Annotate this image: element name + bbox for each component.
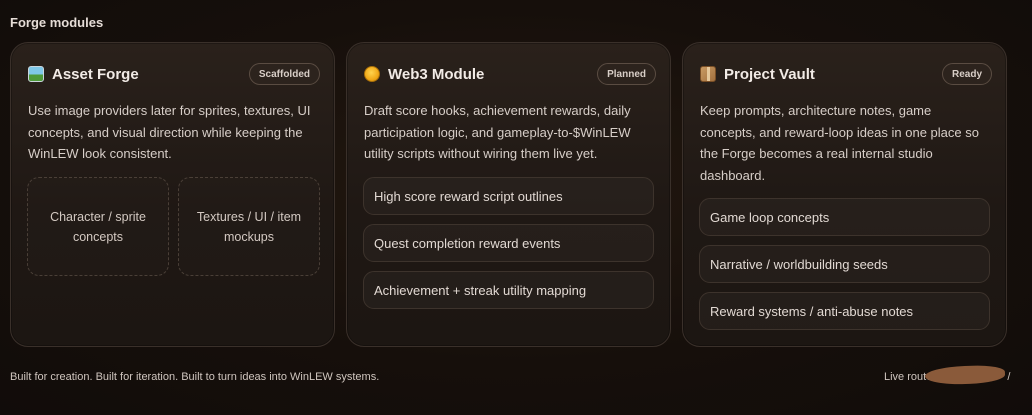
web3-module-card[interactable]: Web3 Module Planned Draft score hooks, a… — [346, 42, 671, 347]
card-header: Project Vault Ready — [700, 61, 992, 87]
list-item[interactable]: Game loop concepts — [699, 198, 990, 236]
status-badge: Ready — [941, 63, 992, 85]
list-item[interactable]: Reward systems / anti-abuse notes — [699, 292, 990, 330]
status-badge: Planned — [597, 63, 656, 85]
section-title: Forge modules — [10, 15, 104, 30]
card-description: Use image providers later for sprites, t… — [28, 103, 311, 161]
forge-modules-page: Forge modules Asset Forge Scaffolded Use… — [0, 0, 1032, 415]
texture-mockups-tile[interactable]: Textures / UI / item mockups — [178, 177, 320, 276]
card-description: Keep prompts, architecture notes, game c… — [700, 103, 979, 183]
card-header: Asset Forge Scaffolded — [28, 61, 320, 87]
card-header: Web3 Module Planned — [364, 61, 656, 87]
list-item[interactable]: Quest completion reward events — [363, 224, 654, 262]
list-item[interactable]: Achievement + streak utility mapping — [363, 271, 654, 309]
asset-forge-card[interactable]: Asset Forge Scaffolded Use image provide… — [10, 42, 335, 347]
footer-tagline: Built for creation. Built for iteration.… — [10, 371, 380, 383]
card-description: Draft score hooks, achievement rewards, … — [364, 103, 631, 161]
live-route-suffix: / — [1007, 371, 1011, 383]
coin-icon — [364, 66, 380, 82]
status-badge: Scaffolded — [248, 63, 320, 85]
package-icon — [700, 66, 716, 82]
framed-picture-icon — [28, 66, 44, 82]
sprite-concepts-tile[interactable]: Character / sprite concepts — [27, 177, 169, 276]
list-item[interactable]: Narrative / worldbuilding seeds — [699, 245, 990, 283]
card-title: Web3 Module — [388, 65, 485, 83]
project-vault-card[interactable]: Project Vault Ready Keep prompts, archit… — [682, 42, 1007, 347]
card-title: Asset Forge — [52, 65, 139, 83]
card-title: Project Vault — [724, 65, 815, 83]
list-item[interactable]: High score reward script outlines — [363, 177, 654, 215]
